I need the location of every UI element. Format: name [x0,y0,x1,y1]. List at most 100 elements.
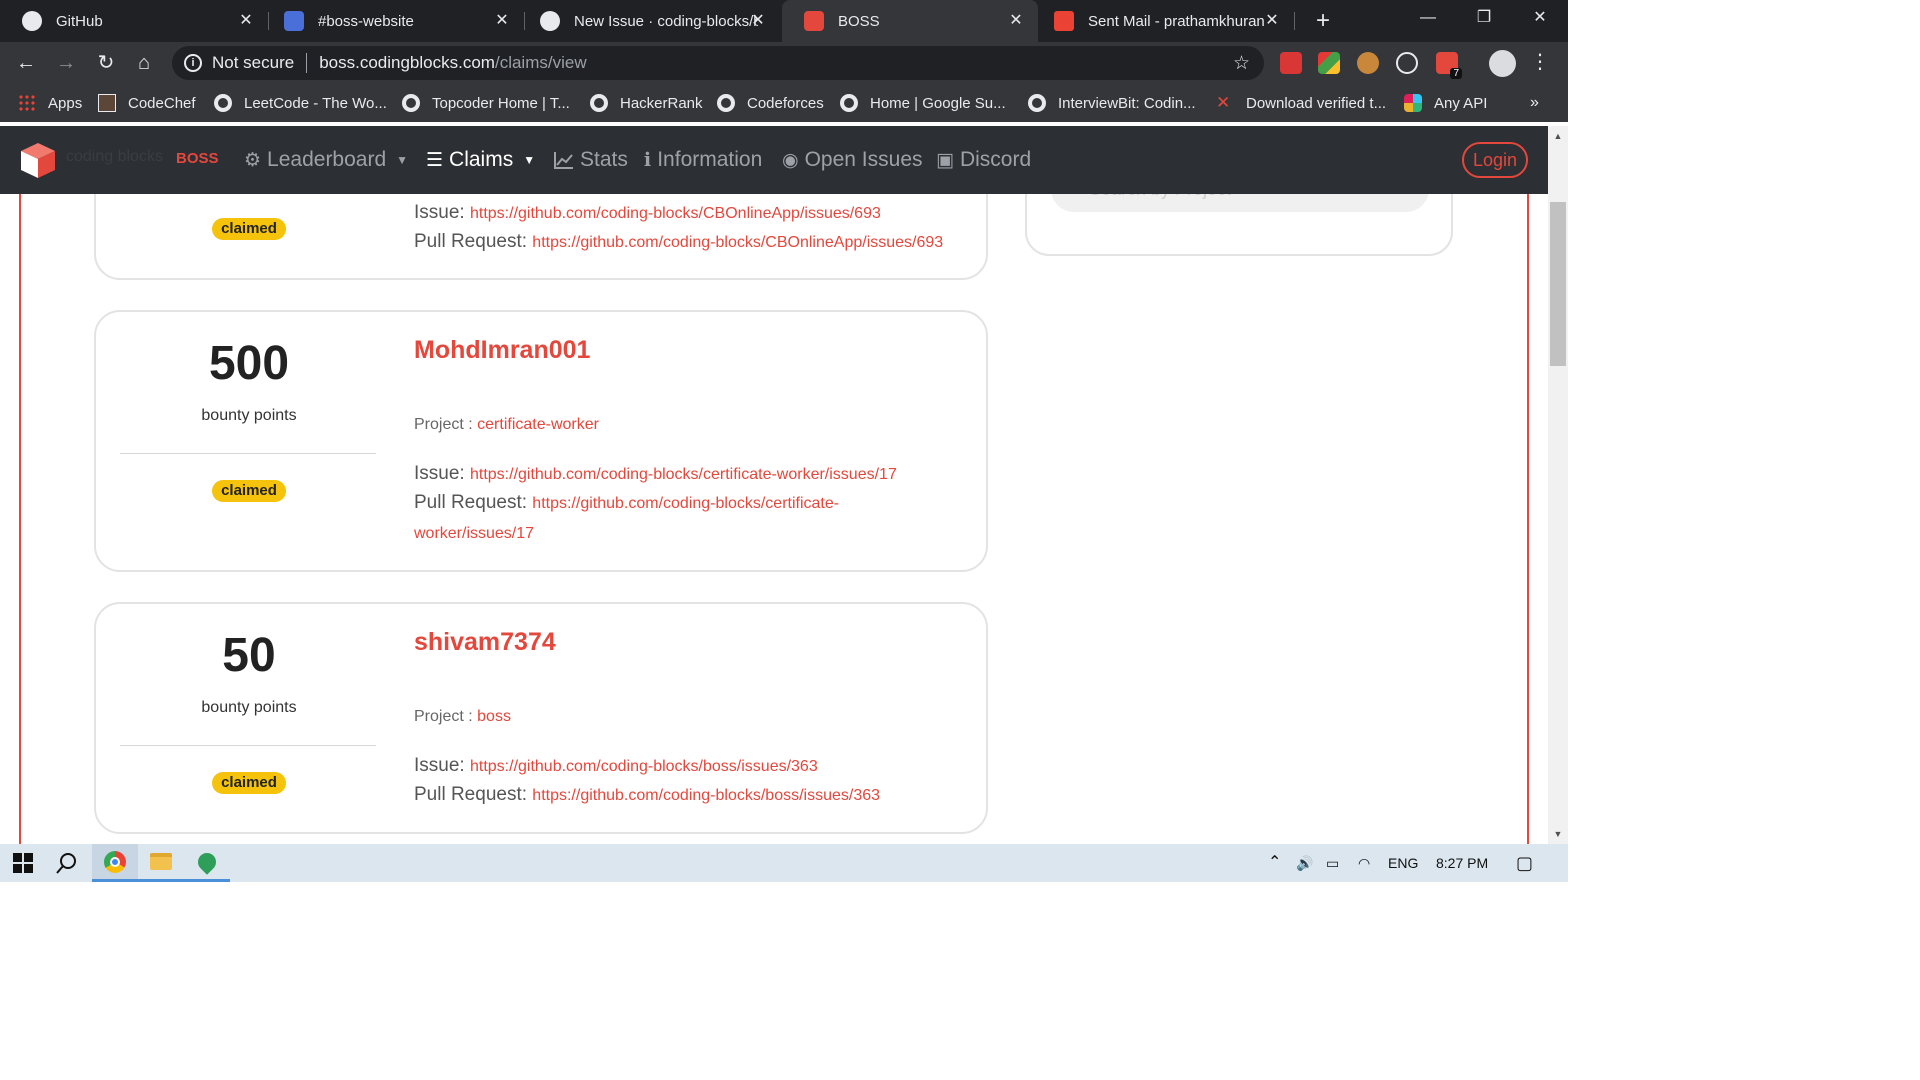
url-text: boss.codingblocks.com/claims/view [319,53,586,73]
tab-github[interactable]: GitHub ✕ [0,0,268,42]
nav-claims[interactable]: ☰ Claims ▼ [426,126,535,194]
address-bar[interactable]: i Not secure boss.codingblocks.com/claim… [172,46,1264,80]
bookmarks-overflow-button[interactable]: » [1530,84,1539,122]
tab-boss-website[interactable]: #boss-website ✕ [262,0,524,42]
profile-avatar[interactable] [1489,50,1516,77]
language-indicator[interactable]: ENG [1388,844,1418,882]
tab-boss[interactable]: BOSS ✕ [782,0,1038,42]
search-icon[interactable] [44,844,90,882]
nav-open-issues[interactable]: ◉ Open Issues [782,126,923,194]
browser-toolbar: ← → ↻ ⌂ i Not secure boss.codingblocks.c… [0,42,1568,84]
wifi-icon[interactable]: ◠ [1358,844,1370,882]
issue-label: Issue: [414,755,465,776]
bookmark-label: InterviewBit: Codin... [1058,94,1196,112]
brand-boss-label[interactable]: BOSS [176,150,219,167]
maps-icon[interactable] [184,844,230,882]
scroll-up-arrow-icon[interactable]: ▲ [1548,128,1568,144]
nav-label: Discord [959,148,1032,171]
tab-title: GitHub [56,12,103,30]
coding-blocks-logo[interactable] [18,140,58,180]
login-button[interactable]: Login [1462,142,1528,178]
pr-link[interactable]: https://github.com/coding-blocks/boss/is… [532,787,880,804]
scroll-down-arrow-icon[interactable]: ▼ [1548,826,1568,842]
claim-project-line: Project : certificate-worker [414,416,599,434]
issue-link[interactable]: https://github.com/coding-blocks/CBOnlin… [470,205,881,222]
bookmark-codechef[interactable]: CodeChef [98,84,196,122]
close-icon[interactable]: ✕ [492,11,512,31]
show-hidden-icons-chevron-icon[interactable]: ⌃ [1268,844,1281,882]
nav-label: Leaderboard [267,148,387,171]
new-tab-button[interactable]: + [1308,6,1338,36]
info-icon[interactable]: i [184,54,202,72]
bookmark-any-api[interactable]: Any API [1404,84,1487,122]
close-icon[interactable]: ✕ [1006,11,1026,31]
bookmark-apps[interactable]: Apps [18,84,82,122]
menu-dots-icon[interactable]: ⋮ [1530,49,1550,74]
forward-arrow-icon[interactable]: → [52,49,80,77]
bounty-points-label: bounty points [201,407,297,424]
bookmark-leetcode[interactable]: LeetCode - The Wo... [214,84,387,122]
reload-icon[interactable]: ↻ [92,49,120,77]
chrome-icon[interactable] [92,844,138,882]
points-block: 500 bounty points [120,336,378,425]
bookmark-download-verified[interactable]: ✕ Download verified t... [1216,84,1386,122]
dots-extension-icon[interactable] [1396,52,1418,74]
bookmark-label: Any API [1434,94,1488,112]
file-explorer-icon[interactable] [138,844,184,882]
notifications-icon[interactable]: ▢ [1516,844,1533,882]
claim-issue-line: Issue: https://github.com/coding-blocks/… [414,198,974,228]
globe-icon [717,94,735,112]
bookmark-interviewbit[interactable]: InterviewBit: Codin... [1028,84,1196,122]
bookmark-google-summer[interactable]: Home | Google Su... [840,84,1006,122]
nav-information[interactable]: ℹ Information [644,126,762,194]
windows-taskbar: ⌃ 🔊 ▭ ◠ ENG 8:27 PM ▢ [0,844,1568,882]
claim-username[interactable]: shivam7374 [414,628,556,657]
volume-icon[interactable]: 🔊 [1296,844,1313,882]
nav-discord[interactable]: ▣ Discord [936,126,1031,194]
bookmark-hackerrank[interactable]: HackerRank [590,84,703,122]
battery-icon[interactable]: ▭ [1326,844,1339,882]
tab-sent-mail[interactable]: Sent Mail - prathamkhuran ✕ [1032,0,1294,42]
clock[interactable]: 8:27 PM [1436,844,1488,882]
colorful-extension-icon[interactable] [1318,52,1340,74]
list-icon: ☰ [426,149,444,171]
tab-new-issue[interactable]: New Issue · coding-blocks/b ✕ [518,0,780,42]
apps-grid-icon [18,94,36,112]
cookie-extension-icon[interactable] [1357,52,1379,74]
windows-start-icon[interactable] [0,844,46,882]
globe-icon [214,94,232,112]
slack-icon [1404,94,1422,112]
maximize-button[interactable]: ❐ [1456,0,1512,36]
bookmark-star-icon[interactable]: ☆ [1233,52,1250,75]
security-label: Not secure [212,53,295,72]
claim-pr-line: Pull Request: https://github.com/coding-… [414,488,874,548]
scrollbar-thumb[interactable] [1550,202,1566,366]
project-link[interactable]: certificate-worker [477,416,599,433]
status-badge: claimed [212,480,286,502]
close-icon[interactable]: ✕ [1262,11,1282,31]
pr-label: Pull Request: [414,784,528,805]
issue-link[interactable]: https://github.com/coding-blocks/certifi… [470,466,897,483]
site-navbar: coding blocks BOSS ⚙ Leaderboard ▼ ☰ Cla… [0,126,1548,194]
project-search-input[interactable]: Search by Project [1051,194,1429,212]
todoist-extension-icon[interactable]: 7 [1436,52,1462,79]
close-icon[interactable]: ✕ [748,11,768,31]
nav-stats[interactable]: Stats [554,126,628,194]
home-icon[interactable]: ⌂ [130,49,158,77]
gmail-icon [1054,11,1074,31]
issue-link[interactable]: https://github.com/coding-blocks/boss/is… [470,758,818,775]
bookmark-topcoder[interactable]: Topcoder Home | T... [402,84,570,122]
pocket-extension-icon[interactable] [1280,52,1302,74]
pr-link[interactable]: https://github.com/coding-blocks/CBOnlin… [532,234,943,251]
minimize-button[interactable]: — [1400,0,1456,36]
back-arrow-icon[interactable]: ← [12,49,40,77]
project-link[interactable]: boss [477,708,511,725]
close-icon[interactable]: ✕ [236,11,256,31]
window-close-button[interactable]: ✕ [1512,0,1568,36]
x-logo-icon: ✕ [1216,93,1231,112]
bookmark-codeforces[interactable]: Codeforces [717,84,824,122]
claim-username[interactable]: MohdImran001 [414,336,590,365]
nav-leaderboard[interactable]: ⚙ Leaderboard ▼ [244,126,408,194]
claim-pr-line: Pull Request: https://github.com/coding-… [414,780,974,810]
page-scrollbar[interactable]: ▲ ▼ [1548,126,1568,844]
